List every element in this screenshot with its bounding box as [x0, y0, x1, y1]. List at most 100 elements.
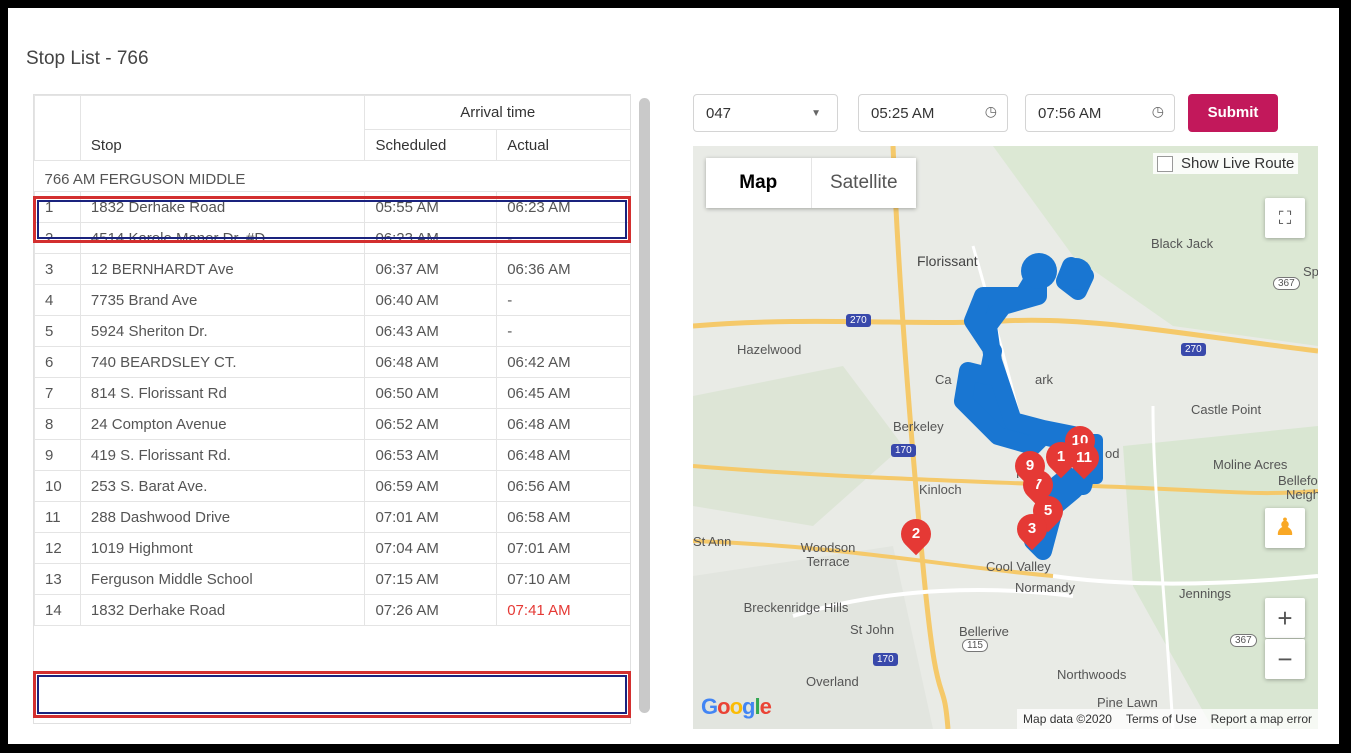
table-row[interactable]: 14 1832 Derhake Road 07:26 AM 07:41 AM — [34, 594, 630, 626]
table-row[interactable]: 2 4514 Karole Manor Dr. #D 06:23 AM - — [34, 222, 630, 254]
stop-address: 419 S. Florissant Rd. — [79, 439, 366, 471]
map-tab[interactable]: Map — [706, 158, 812, 208]
scheduled-time: 06:23 AM — [364, 222, 498, 254]
end-time-input[interactable]: 07:56 AM ◷ — [1025, 94, 1175, 132]
place-neigh: Neigh — [1286, 487, 1318, 502]
place-breckenridge-hills: Breckenridge Hills — [743, 600, 849, 615]
place-sp: Sp — [1303, 264, 1318, 279]
shield-i170-a: 170 — [891, 444, 916, 457]
stop-address: 1019 Highmont — [79, 532, 366, 564]
stop-number: 10 — [34, 470, 81, 502]
actual-time: 06:45 AM — [496, 377, 630, 409]
actual-time: - — [496, 222, 630, 254]
place-castle-point: Castle Point — [1191, 402, 1262, 417]
actual-time: - — [496, 284, 630, 316]
submit-button[interactable]: Submit — [1188, 94, 1278, 132]
caret-down-icon: ▼ — [811, 108, 821, 119]
header-number — [34, 95, 81, 161]
stop-number: 11 — [34, 501, 81, 533]
stop-address: 740 BEARDSLEY CT. — [79, 346, 366, 378]
place-st-ann: St Ann — [693, 534, 732, 549]
table-row[interactable]: 6 740 BEARDSLEY CT. 06:48 AM 06:42 AM — [34, 346, 630, 378]
table-row[interactable]: 10 253 S. Barat Ave. 06:59 AM 06:56 AM — [34, 470, 630, 502]
vehicle-select[interactable]: 047 ▼ — [693, 94, 838, 132]
header-scheduled: Scheduled — [364, 129, 498, 161]
place-st-john: St John — [850, 622, 895, 637]
stop-marker[interactable]: 3 — [1010, 507, 1054, 551]
zoom-out-button[interactable]: − — [1265, 639, 1305, 679]
page-title: Stop List - 766 — [26, 48, 149, 69]
stop-number: 1 — [34, 191, 81, 223]
table-row[interactable]: 13 Ferguson Middle School 07:15 AM 07:10 AM — [34, 563, 630, 595]
table-row[interactable]: 12 1019 Highmont 07:04 AM 07:01 AM — [34, 532, 630, 564]
table-row[interactable]: 5 5924 Sheriton Dr. 06:43 AM - — [34, 315, 630, 347]
shield-r367-a: 367 — [1273, 277, 1300, 290]
place-od: od — [1105, 446, 1120, 461]
actual-time: - — [496, 315, 630, 347]
vehicle-value: 047 — [706, 105, 732, 122]
pegman-icon[interactable]: ♟ — [1265, 508, 1305, 548]
start-time-input[interactable]: 05:25 AM ◷ — [858, 94, 1008, 132]
place-hazelwood: Hazelwood — [737, 342, 802, 357]
stop-number: 3 — [34, 253, 81, 285]
terms-link[interactable]: Terms of Use — [1126, 712, 1197, 726]
place-berkeley: Berkeley — [893, 419, 944, 434]
stop-number: 13 — [34, 563, 81, 595]
stop-table: Stop Arrival time Scheduled Actual 766 A… — [34, 95, 630, 626]
stop-number: 12 — [34, 532, 81, 564]
stop-marker[interactable]: 11 — [1062, 436, 1106, 480]
place-bellerive: Bellerive — [959, 624, 1009, 639]
place-woodson-terrace: Woodson Terrace — [800, 540, 856, 569]
zoom-in-button[interactable]: + — [1265, 598, 1305, 638]
place-cool-valley: Cool Valley — [986, 559, 1051, 574]
place-pine-lawn: Pine Lawn — [1097, 695, 1158, 710]
stop-address: 1832 Derhake Road — [79, 191, 366, 223]
place-florissant: Florissant — [917, 253, 978, 269]
route-name-row: 766 AM FERGUSON MIDDLE — [34, 160, 630, 192]
scheduled-time: 06:50 AM — [364, 377, 498, 409]
stop-number: 2 — [34, 222, 81, 254]
table-row[interactable]: 7 814 S. Florissant Rd 06:50 AM 06:45 AM — [34, 377, 630, 409]
scheduled-time: 07:01 AM — [364, 501, 498, 533]
stop-address: 814 S. Florissant Rd — [79, 377, 366, 409]
report-error-link[interactable]: Report a map error — [1211, 712, 1312, 726]
stop-address: 1832 Derhake Road — [79, 594, 366, 626]
stop-address: 24 Compton Avenue — [79, 408, 366, 440]
scheduled-time: 07:15 AM — [364, 563, 498, 595]
clock-icon: ◷ — [1151, 103, 1164, 119]
scheduled-time: 07:26 AM — [364, 594, 498, 626]
route-map[interactable]: Florissant Black Jack Sp Hazelwood Ca ar… — [693, 146, 1318, 729]
actual-time: 06:36 AM — [496, 253, 630, 285]
table-row[interactable]: 3 12 BERNHARDT Ave 06:37 AM 06:36 AM — [34, 253, 630, 285]
actual-time: 06:48 AM — [496, 408, 630, 440]
header-stop: Stop — [79, 95, 366, 161]
checkbox-icon[interactable] — [1157, 155, 1173, 172]
scheduled-time: 06:37 AM — [364, 253, 498, 285]
place-moline-acres: Moline Acres — [1213, 457, 1288, 472]
clock-icon: ◷ — [984, 103, 997, 119]
table-row[interactable]: 9 419 S. Florissant Rd. 06:53 AM 06:48 AM — [34, 439, 630, 471]
place-bellefo: Bellefo — [1278, 473, 1318, 488]
table-scrollbar[interactable] — [639, 98, 650, 713]
shield-i270-b: 270 — [1181, 343, 1206, 356]
table-row[interactable]: 4 7735 Brand Ave 06:40 AM - — [34, 284, 630, 316]
stop-marker[interactable]: 2 — [894, 512, 938, 556]
scheduled-time: 06:43 AM — [364, 315, 498, 347]
place-black-jack: Black Jack — [1151, 236, 1214, 251]
scheduled-time: 06:48 AM — [364, 346, 498, 378]
stop-address: 5924 Sheriton Dr. — [79, 315, 366, 347]
satellite-tab[interactable]: Satellite — [812, 158, 917, 208]
table-row[interactable]: 8 24 Compton Avenue 06:52 AM 06:48 AM — [34, 408, 630, 440]
place-normandy: Normandy — [1015, 580, 1075, 595]
stop-marker[interactable]: 9 — [1008, 444, 1052, 488]
table-row[interactable]: 1 1832 Derhake Road 05:55 AM 06:23 AM — [34, 191, 630, 223]
stop-address: 4514 Karole Manor Dr. #D — [79, 222, 366, 254]
stop-table-container: Stop Arrival time Scheduled Actual 766 A… — [33, 94, 631, 724]
actual-time: 06:42 AM — [496, 346, 630, 378]
place-northwoods: Northwoods — [1057, 667, 1127, 682]
scheduled-time: 06:52 AM — [364, 408, 498, 440]
table-row[interactable]: 11 288 Dashwood Drive 07:01 AM 06:58 AM — [34, 501, 630, 533]
fullscreen-icon[interactable]: ⛶ — [1265, 198, 1305, 238]
show-live-route-toggle[interactable]: Show Live Route — [1153, 153, 1299, 174]
actual-time: 06:58 AM — [496, 501, 630, 533]
